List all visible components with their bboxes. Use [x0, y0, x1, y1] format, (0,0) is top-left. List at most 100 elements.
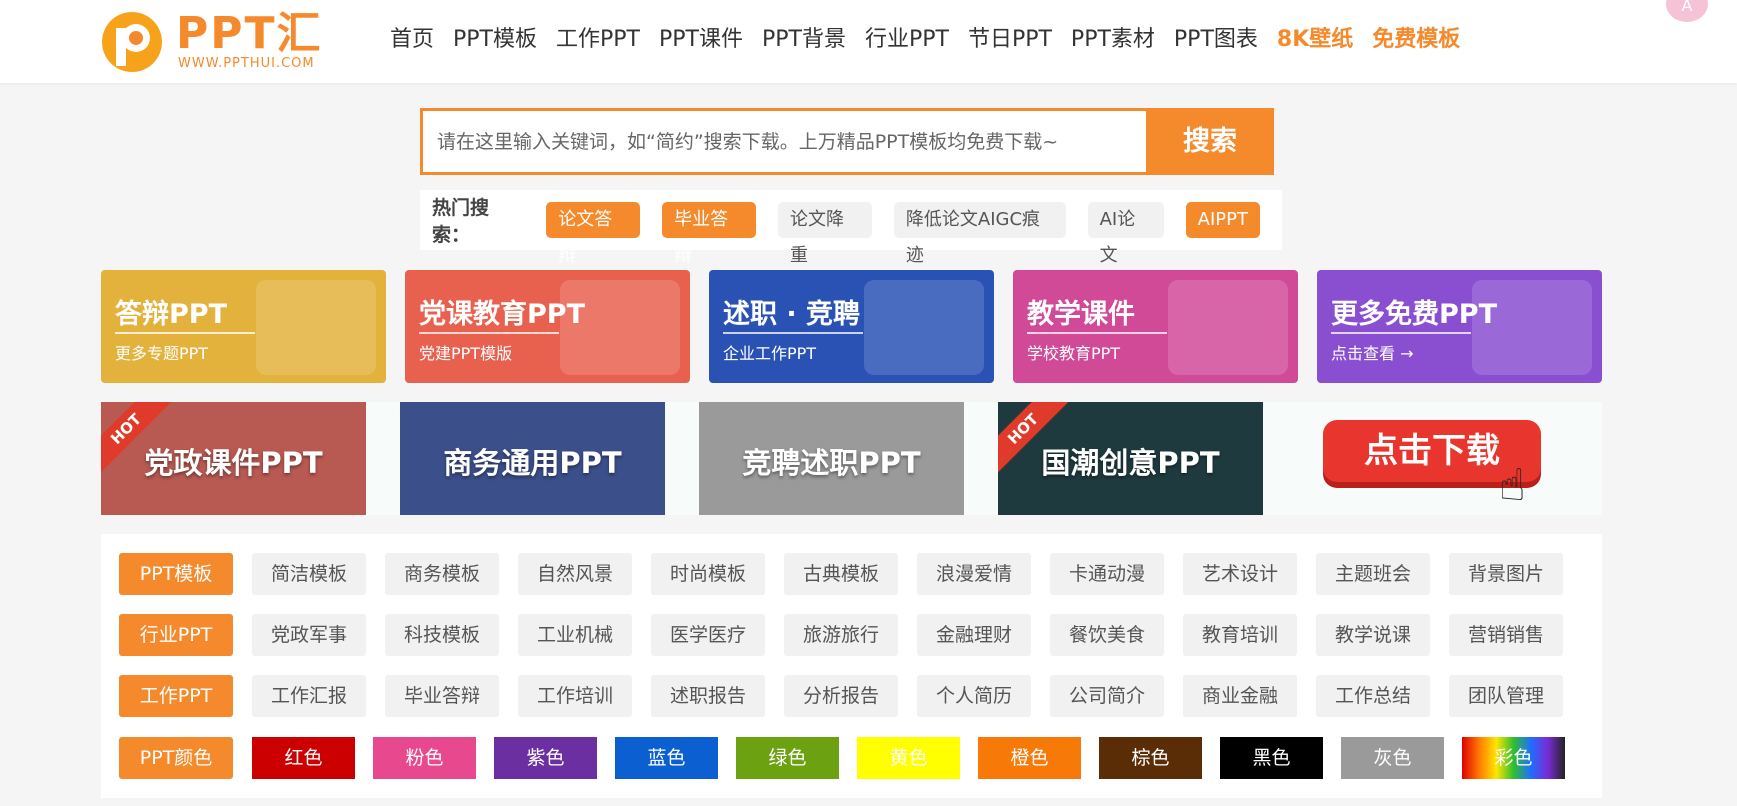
banner-divider	[723, 332, 863, 334]
color-tag[interactable]: 灰色	[1341, 737, 1444, 779]
color-tag[interactable]: 黑色	[1220, 737, 1323, 779]
featured-card[interactable]: 商务通用PPT	[400, 402, 665, 515]
featured-cards: HOT 国潮创意PPT 竞聘述职PPT 商务通用PPT HOT 党政课件PPT 点击下载 …	[101, 402, 1602, 515]
featured-card[interactable]: HOT 国潮创意PPT	[998, 402, 1263, 515]
nav-item[interactable]: 首页	[390, 22, 434, 58]
topic-banner[interactable]: 党课教育PPT 党建PPT模版	[405, 270, 690, 383]
category-head[interactable]: PPT模板	[119, 553, 233, 595]
category-tag[interactable]: 艺术设计	[1183, 553, 1297, 595]
category-tag[interactable]: 工作总结	[1316, 675, 1430, 717]
nav-item[interactable]: 行业PPT	[865, 22, 949, 58]
category-tag[interactable]: 时尚模板	[651, 553, 765, 595]
banner-subtitle: 党建PPT模版	[419, 344, 513, 363]
category-tag[interactable]: 营销销售	[1449, 614, 1563, 656]
category-tag[interactable]: 教育培训	[1183, 614, 1297, 656]
banner-illustration	[1472, 280, 1592, 375]
category-tag[interactable]: 科技模板	[385, 614, 499, 656]
color-tag[interactable]: 蓝色	[615, 737, 718, 779]
category-tag[interactable]: 背景图片	[1449, 553, 1563, 595]
nav-item[interactable]: PPT素材	[1071, 22, 1155, 58]
category-tag[interactable]: 自然风景	[518, 553, 632, 595]
category-tag[interactable]: 工作培训	[518, 675, 632, 717]
category-tag[interactable]: 医学医疗	[651, 614, 765, 656]
main-nav: 首页 PPT模板 工作PPT PPT课件 PPT背景 行业PPT 节日PPT PPT素材 PPT…	[390, 22, 1479, 58]
color-tag[interactable]: 黄色	[857, 737, 960, 779]
category-tag[interactable]: 旅游旅行	[784, 614, 898, 656]
banner-illustration	[864, 280, 984, 375]
color-tag[interactable]: 粉色	[373, 737, 476, 779]
category-tag[interactable]: 公司简介	[1050, 675, 1164, 717]
nav-item[interactable]: 工作PPT	[556, 22, 640, 58]
banner-illustration	[1168, 280, 1288, 375]
nav-item[interactable]: 8K壁纸	[1277, 22, 1353, 58]
color-head[interactable]: PPT颜色	[119, 737, 233, 779]
category-tag[interactable]: 商业金融	[1183, 675, 1297, 717]
topic-banner[interactable]: 更多免费PPT 点击查看 →	[1317, 270, 1602, 383]
category-tag[interactable]: 商务模板	[385, 553, 499, 595]
category-tag[interactable]: 党政军事	[252, 614, 366, 656]
category-tag[interactable]: 工业机械	[518, 614, 632, 656]
site-header: PPT汇 WWW.PPTHUI.COM 首页 PPT模板 工作PPT PPT课件 PPT…	[0, 0, 1737, 83]
category-tag[interactable]: 简洁模板	[252, 553, 366, 595]
nav-item[interactable]: PPT图表	[1174, 22, 1258, 58]
color-tag[interactable]: 橙色	[978, 737, 1081, 779]
nav-item[interactable]: PPT课件	[659, 22, 743, 58]
logo-text: PPT汇	[176, 8, 323, 59]
category-tag[interactable]: 主题班会	[1316, 553, 1430, 595]
category-tag[interactable]: 述职报告	[651, 675, 765, 717]
color-tag[interactable]: 绿色	[736, 737, 839, 779]
category-head[interactable]: 工作PPT	[119, 675, 233, 717]
user-avatar[interactable]: A	[1666, 0, 1708, 22]
banner-divider	[115, 332, 255, 334]
banner-divider	[1331, 332, 1471, 334]
nav-item[interactable]: 节日PPT	[968, 22, 1052, 58]
hot-search-tag[interactable]: AIPPT	[1185, 202, 1260, 238]
hot-search-tag[interactable]: 论文答辩	[546, 202, 641, 266]
topic-banner[interactable]: 教学课件学校教育PPT	[1013, 270, 1298, 383]
logo-url: WWW.PPTHUI.COM	[178, 56, 315, 71]
category-tag[interactable]: 卡通动漫	[1050, 553, 1164, 595]
featured-card-title: 商务通用PPT	[443, 446, 622, 480]
banner-subtitle: 更多专题PPT	[115, 344, 209, 363]
category-tag[interactable]: 毕业答辩	[385, 675, 499, 717]
category-tag[interactable]: 团队管理	[1449, 675, 1563, 717]
category-tag[interactable]: 金融理财	[917, 614, 1031, 656]
featured-card[interactable]: 竞聘述职PPT	[699, 402, 964, 515]
topic-banner[interactable]: 述职 · 竞聘 企业工作PPT	[709, 270, 994, 383]
category-head[interactable]: 行业PPT	[119, 614, 233, 656]
hot-search-tag[interactable]: 论文降重	[778, 202, 872, 266]
topic-banner[interactable]: 答辩PPT 更多专题PPT	[101, 270, 386, 383]
search-button[interactable]: 搜索	[1146, 108, 1274, 175]
color-tag[interactable]: 红色	[252, 737, 355, 779]
nav-item[interactable]: 免费模板	[1372, 22, 1460, 58]
category-row: PPT模板 简洁模板 商务模板 自然风景 时尚模板 古典模板 浪漫爱情 卡通动漫 艺术设计 主题班…	[119, 553, 1582, 595]
banner-title: 教学课件	[1027, 299, 1135, 330]
category-tag[interactable]: 工作汇报	[252, 675, 366, 717]
category-tag[interactable]: 教学说课	[1316, 614, 1430, 656]
color-tag[interactable]: 彩色	[1462, 737, 1565, 779]
category-tag[interactable]: 餐饮美食	[1050, 614, 1164, 656]
featured-card-title: 竞聘述职PPT	[742, 446, 921, 480]
hot-search-tag[interactable]: 毕业答辩	[662, 202, 757, 266]
hot-search-bar: 热门搜索： 论文答辩 毕业答辩 论文降重 降低论文AIGC痕迹 AI论文 AIPPT	[420, 190, 1282, 266]
search-input[interactable]	[423, 111, 1149, 172]
featured-card-title: 党政课件PPT	[144, 446, 323, 480]
hot-search-tag[interactable]: 降低论文AIGC痕迹	[893, 202, 1066, 266]
site-logo[interactable]: PPT汇 WWW.PPTHUI.COM	[100, 10, 340, 74]
color-tag[interactable]: 紫色	[494, 737, 597, 779]
search-box: 搜索	[420, 108, 1274, 175]
category-tag[interactable]: 分析报告	[784, 675, 898, 717]
category-tag[interactable]: 古典模板	[784, 553, 898, 595]
nav-item[interactable]: PPT模板	[453, 22, 537, 58]
category-tag[interactable]: 浪漫爱情	[917, 553, 1031, 595]
banner-subtitle: 学校教育PPT	[1027, 344, 1121, 363]
featured-card[interactable]: HOT 党政课件PPT	[101, 402, 366, 515]
color-tag[interactable]: 棕色	[1099, 737, 1202, 779]
banner-illustration	[560, 280, 680, 375]
color-row: PPT颜色 红色 粉色 紫色 蓝色 绿色 黄色 橙色 棕色 黑色 灰色 彩色	[119, 737, 1583, 779]
banner-title: 答辩PPT	[115, 299, 227, 330]
banner-divider	[1027, 332, 1167, 334]
hot-search-tag[interactable]: AI论文	[1087, 202, 1164, 266]
category-tag[interactable]: 个人简历	[917, 675, 1031, 717]
nav-item[interactable]: PPT背景	[762, 22, 846, 58]
